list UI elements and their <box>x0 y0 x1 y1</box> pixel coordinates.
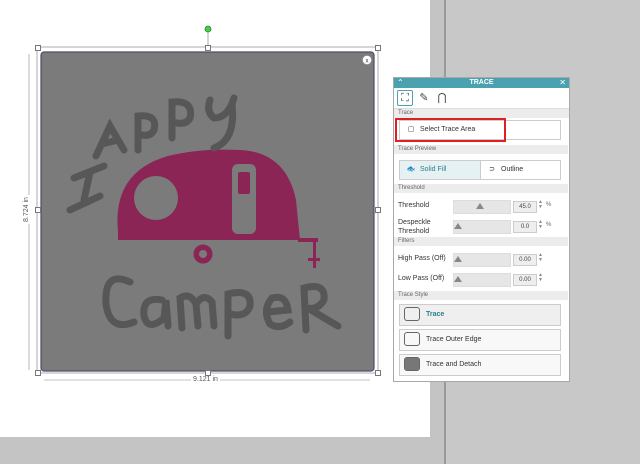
section-trace: Trace <box>394 109 569 118</box>
solid-fill-button[interactable]: 🐟 Solid Fill <box>399 160 481 180</box>
eyedropper-icon[interactable]: ✎ <box>416 90 432 106</box>
high-pass-label: High Pass (Off) <box>398 255 446 262</box>
red-highlight-box <box>395 118 506 142</box>
trace-outer-edge-button[interactable]: Trace Outer Edge <box>399 329 561 351</box>
trace-and-detach-label: Trace and Detach <box>426 361 482 368</box>
solid-fill-label: Solid Fill <box>420 166 447 173</box>
trace-button-label: Trace <box>426 311 445 318</box>
trace-tool-icon[interactable]: ⛶ <box>397 90 413 106</box>
despeckle-input[interactable]: 0.0 <box>513 221 537 233</box>
threshold-stepper[interactable]: ▲ ▼ <box>538 200 543 210</box>
despeckle-label: Despeckle Threshold <box>398 218 431 236</box>
resize-handle-left[interactable] <box>35 207 41 213</box>
fish-solid-icon: 🐟 <box>406 166 416 173</box>
threshold-percent: % <box>546 202 552 208</box>
section-trace-style: Trace Style <box>394 291 568 300</box>
outline-label: Outline <box>501 166 524 173</box>
despeckle-percent: % <box>546 222 552 228</box>
low-pass-stepper[interactable]: ▲ ▼ <box>538 273 543 283</box>
low-pass-slider[interactable] <box>453 273 511 287</box>
section-trace-preview: Trace Preview <box>394 145 568 154</box>
threshold-label: Threshold <box>398 202 430 209</box>
trace-button[interactable]: Trace <box>399 304 561 326</box>
low-pass-label: Low Pass (Off) <box>398 275 445 282</box>
trace-panel-title: TRACE <box>469 79 494 86</box>
despeckle-label-line2: Threshold <box>398 228 430 235</box>
outline-button[interactable]: ⊃ Outline <box>480 160 561 180</box>
svg-text:x: x <box>366 59 369 65</box>
resize-handle-top-left[interactable] <box>35 45 41 51</box>
resize-handle-top[interactable] <box>205 45 211 51</box>
outer-edge-icon <box>404 332 420 347</box>
resize-handle-right[interactable] <box>375 207 381 213</box>
trace-style-icon <box>404 307 420 322</box>
high-pass-slider-thumb[interactable] <box>454 256 462 262</box>
trace-tools: ⛶ ✎ ⋂ <box>394 88 569 109</box>
trace-outer-edge-label: Trace Outer Edge <box>426 336 482 343</box>
trace-panel-header: ⌃ TRACE ✕ <box>394 78 569 88</box>
threshold-slider-thumb[interactable] <box>476 203 484 209</box>
despeckle-stepper[interactable]: ▲ ▼ <box>538 220 543 230</box>
fish-outline-icon: ⊃ <box>489 166 495 173</box>
resize-handle-bottom-right[interactable] <box>375 370 381 376</box>
despeckle-slider[interactable] <box>453 220 511 234</box>
width-label: 9.121 in <box>191 376 220 383</box>
despeckle-slider-thumb[interactable] <box>454 223 462 229</box>
magnet-icon[interactable]: ⋂ <box>434 90 450 106</box>
trace-and-detach-button[interactable]: Trace and Detach <box>399 354 561 376</box>
low-pass-slider-thumb[interactable] <box>454 276 462 282</box>
resize-handle-top-right[interactable] <box>375 45 381 51</box>
high-pass-input[interactable]: 0.00 <box>513 254 537 266</box>
rotate-handle-icon <box>204 25 212 33</box>
high-pass-slider[interactable] <box>453 253 511 267</box>
despeckle-label-line1: Despeckle <box>398 219 431 226</box>
low-pass-input[interactable]: 0.00 <box>513 274 537 286</box>
threshold-input[interactable]: 45.0 <box>513 201 537 213</box>
section-threshold: Threshold <box>394 184 568 193</box>
close-icon[interactable]: ✕ <box>559 78 566 87</box>
section-filters: Filters <box>394 237 568 246</box>
resize-handle-bottom-left[interactable] <box>35 370 41 376</box>
detach-icon <box>404 357 420 372</box>
high-pass-stepper[interactable]: ▲ ▼ <box>538 253 543 263</box>
threshold-slider[interactable] <box>453 200 511 214</box>
height-label: 8.724 in <box>22 195 30 224</box>
